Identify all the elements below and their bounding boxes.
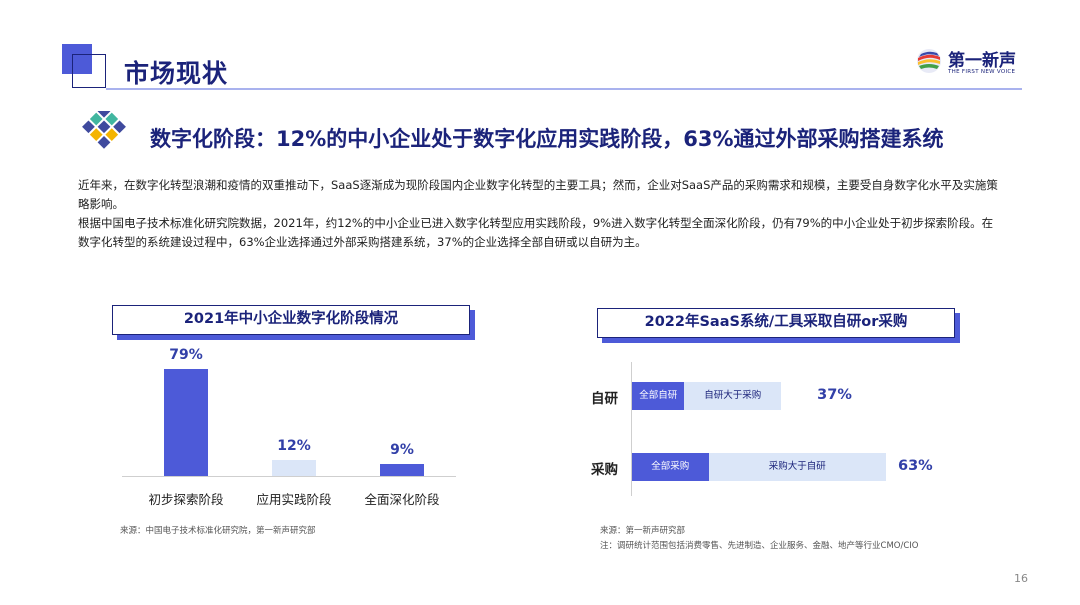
chart2-segment: 全部自研 (632, 382, 685, 410)
chart2-source: 来源：第一新声研究部 (600, 526, 686, 536)
chart2-segment: 全部采购 (632, 453, 709, 481)
page-number: 16 (1014, 572, 1028, 585)
paragraph-2: 根据中国电子技术标准化研究院数据，2021年，约12%的中小企业已进入数字化转型… (78, 216, 994, 249)
chart1-category-label: 应用实践阶段 (256, 492, 332, 507)
logo-text: 第一新声 (948, 51, 1016, 71)
diamond-grid-icon (82, 111, 126, 149)
logo-subtext: THE FIRST NEW VOICE (948, 69, 1016, 75)
chart2-title: 2022年SaaS系统/工具采取自研or采购 (597, 308, 955, 338)
chart2-note: 注：调研统计范围包括消费零售、先进制造、企业服务、金融、地产等行业CMO/CIO (600, 541, 919, 551)
brand-logo: 第一新声 THE FIRST NEW VOICE (916, 46, 1032, 78)
chart1-bar (164, 369, 208, 476)
chart2-segment: 采购大于自研 (708, 453, 886, 481)
chart1-value-label: 9% (390, 441, 414, 458)
chart1-value-label: 12% (277, 437, 311, 454)
paragraph-1: 近年来，在数字化转型浪潮和疫情的双重推动下，SaaS逐渐成为现阶段国内企业数字化… (78, 178, 998, 211)
body-text: 近年来，在数字化转型浪潮和疫情的双重推动下，SaaS逐渐成为现阶段国内企业数字化… (78, 176, 998, 252)
chart1-bar (272, 459, 316, 476)
chart2-total-label: 63% (898, 458, 933, 474)
chart2-row-label: 自研 (591, 391, 618, 407)
chart1-value-label: 79% (169, 347, 203, 364)
chart1-title: 2021年中小企业数字化阶段情况 (112, 305, 470, 335)
logo-globe-icon (917, 49, 941, 73)
chart2-row-label: 采购 (591, 462, 618, 478)
chart1-bar (380, 463, 424, 476)
page-title: 市场现状 (124, 59, 229, 88)
section-heading: 数字化阶段：12%的中小企业处于数字化应用实践阶段，63%通过外部采购搭建系统 (150, 127, 944, 151)
title-decoration-frame (72, 54, 106, 88)
chart2-segment: 自研大于采购 (684, 382, 782, 410)
chart1-category-label: 初步探索阶段 (148, 492, 224, 507)
chart1-category-label: 全面深化阶段 (364, 492, 440, 507)
chart1-source: 来源：中国电子技术标准化研究院，第一新声研究部 (120, 526, 316, 536)
chart2-total-label: 37% (817, 387, 852, 403)
header-divider (106, 88, 1022, 90)
chart1-x-axis (122, 476, 456, 477)
